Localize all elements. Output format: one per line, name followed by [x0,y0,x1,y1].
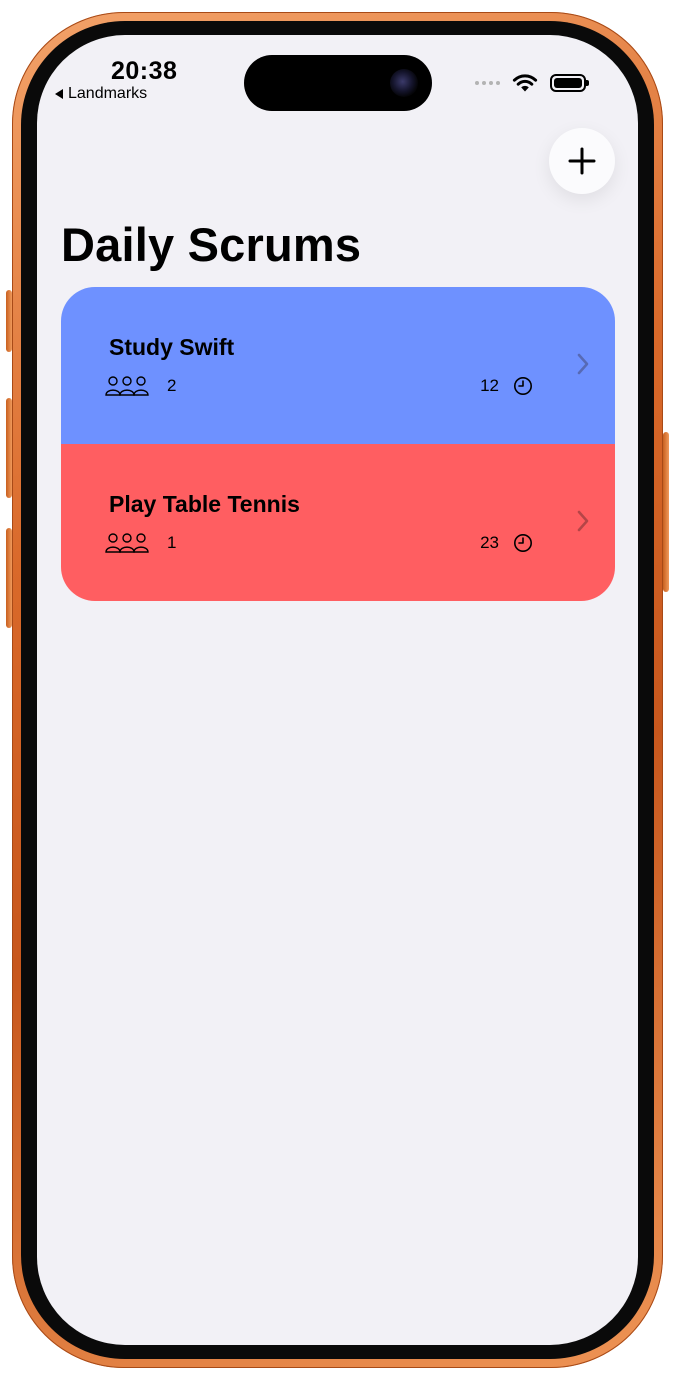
scrum-meta: 2 12 [105,373,533,399]
battery-icon [550,74,589,92]
attendee-count: 1 [167,533,177,552]
attendee-count: 2 [167,376,177,395]
screen: 20:38 Landmarks Daily Scrums Study Swift [37,35,638,1345]
dynamic-island [244,55,432,111]
duration-group: 12 [480,376,533,396]
clock-icon [514,534,532,552]
scrum-title: Study Swift [109,334,235,360]
status-indicators [475,73,589,93]
chevron-right-icon [577,353,589,375]
chevron-right-icon [577,510,589,532]
duration-minutes: 12 [480,376,499,395]
back-to-app-link[interactable]: Landmarks [55,85,147,103]
power-button [663,432,669,592]
scrum-row-study-swift[interactable]: Study Swift 2 12 [61,287,615,444]
add-scrum-button[interactable] [549,128,615,194]
action-button [6,290,12,352]
wifi-icon [512,74,538,92]
back-triangle-icon [55,89,63,99]
attendees-group: 1 [105,532,176,554]
plus-icon [568,147,596,175]
status-time: 20:38 [111,57,178,85]
duration-group: 23 [480,533,533,553]
page-title: Daily Scrums [61,218,362,271]
scrum-list: Study Swift 2 12 Play Table Tennis 1 23 [61,287,615,601]
volume-up-button [6,398,12,498]
scrum-meta: 1 23 [105,530,533,556]
scrum-row-play-table-tennis[interactable]: Play Table Tennis 1 23 [61,444,615,601]
clock-icon [514,377,532,395]
person-3-icon [105,533,149,553]
cellular-signal-icon [475,81,500,85]
back-to-app-label: Landmarks [68,85,148,102]
duration-minutes: 23 [480,533,499,552]
volume-down-button [6,528,12,628]
camera-icon [390,69,418,97]
scrum-title: Play Table Tennis [109,491,300,517]
person-3-icon [105,376,149,396]
attendees-group: 2 [105,375,176,397]
